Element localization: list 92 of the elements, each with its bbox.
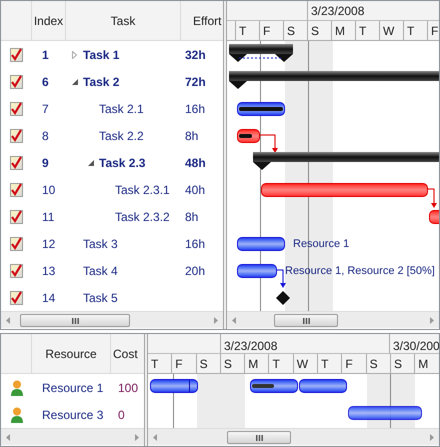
grip-icon xyxy=(72,318,78,324)
effort-cell-text: 32h xyxy=(184,46,206,64)
task-name: Task 2 xyxy=(83,74,120,90)
checkbox[interactable] xyxy=(10,156,23,170)
task-name: Task 5 xyxy=(83,290,118,306)
assignment-bar[interactable] xyxy=(299,379,347,393)
horizontal-scrollbar[interactable] xyxy=(227,311,439,328)
task-name: Task 2.2 xyxy=(99,128,144,144)
checkbox[interactable] xyxy=(10,210,23,224)
column-header[interactable]: Task xyxy=(66,1,181,40)
day-header: M xyxy=(332,21,356,41)
task-bar[interactable] xyxy=(237,264,277,278)
task-bar[interactable] xyxy=(237,237,285,251)
day-header: F xyxy=(428,21,439,41)
index-cell-text: 6 xyxy=(41,74,50,90)
effort-cell-text: 8h xyxy=(184,128,198,144)
index-cell-text: 1 xyxy=(41,46,50,64)
day-header: T xyxy=(318,354,342,374)
task-name: Task 2.3.1 xyxy=(115,182,170,198)
day-header: T xyxy=(404,21,428,41)
column-header[interactable]: Index xyxy=(32,1,66,40)
checkbox[interactable] xyxy=(10,236,23,250)
column-header[interactable]: Effort xyxy=(181,1,223,40)
expanded-triangle-icon[interactable] xyxy=(72,78,78,84)
checkbox[interactable] xyxy=(10,74,23,88)
effort-cell-text: 72h xyxy=(184,74,206,90)
task-name: Task 2.3.2 xyxy=(115,208,170,226)
grip-icon xyxy=(302,318,310,324)
week-header: 3/30/200 xyxy=(392,339,439,353)
person-icon xyxy=(10,406,22,422)
effort-cell-text: 16h xyxy=(184,236,206,252)
horizontal-scrollbar[interactable] xyxy=(1,311,223,328)
day-header: W xyxy=(380,21,404,41)
checkbox[interactable] xyxy=(10,264,23,278)
day-header: W xyxy=(294,354,318,374)
effort-cell-text: 8h xyxy=(184,208,198,226)
resource-label: Resource 1, Resource 2 [50%] xyxy=(285,264,435,279)
effort-cell-text: 40h xyxy=(184,182,206,198)
scroll-thumb[interactable] xyxy=(274,314,338,327)
task-name: Task 2.1 xyxy=(99,100,144,118)
day-header: F xyxy=(260,21,284,41)
scroll-thumb[interactable] xyxy=(227,431,291,444)
task-name: Task 3 xyxy=(83,236,118,252)
index-cell-text: 10 xyxy=(41,182,56,198)
cost-cell-text: 0 xyxy=(117,406,125,424)
index-cell-text: 12 xyxy=(41,236,56,252)
day-header: M xyxy=(415,354,439,374)
index-cell-text: 11 xyxy=(41,208,56,226)
dependency-arrow xyxy=(428,188,437,208)
checkbox[interactable] xyxy=(10,182,23,196)
day-header: T xyxy=(148,354,172,374)
index-cell-text: 9 xyxy=(41,154,50,172)
grip-icon xyxy=(256,434,262,440)
week-header: 3/23/2008 xyxy=(223,339,278,353)
week-header: 3/23/2008 xyxy=(310,3,364,20)
expanded-triangle-icon[interactable] xyxy=(88,160,94,166)
checkbox[interactable] xyxy=(10,48,23,62)
resource-name: Resource 3 xyxy=(41,406,104,424)
dependency-arrow xyxy=(276,270,286,288)
checkbox[interactable] xyxy=(10,102,23,116)
task-name: Task 4 xyxy=(83,262,118,280)
day-header: T xyxy=(236,21,260,41)
index-cell-text: 14 xyxy=(41,290,56,306)
checkbox[interactable] xyxy=(10,128,23,142)
assignment-bar[interactable] xyxy=(250,379,298,393)
task-bar[interactable] xyxy=(237,129,260,143)
task-name: Task 2.3 xyxy=(99,154,146,172)
day-header: T xyxy=(356,21,380,41)
milestone-icon[interactable] xyxy=(276,291,290,305)
checkbox[interactable] xyxy=(10,290,23,304)
day-header: F xyxy=(172,354,197,374)
index-cell-text: 13 xyxy=(41,262,56,280)
assignment-bar[interactable] xyxy=(150,379,198,393)
horizontal-scrollbar[interactable] xyxy=(148,428,439,445)
task-bar[interactable] xyxy=(237,102,285,116)
scroll-thumb[interactable] xyxy=(20,314,130,327)
effort-cell-text: 16h xyxy=(184,100,206,118)
resource-label: Resource 1 xyxy=(293,237,350,252)
column-header[interactable]: Resource xyxy=(32,334,111,373)
day-header: F xyxy=(342,354,367,374)
index-cell-text: 8 xyxy=(41,128,50,144)
resource-name: Resource 1 xyxy=(41,380,104,396)
column-header[interactable]: Cost xyxy=(111,334,144,373)
cost-cell-text: 100 xyxy=(117,380,138,396)
effort-cell-text: 48h xyxy=(184,154,206,172)
task-name: Task 1 xyxy=(83,46,120,64)
effort-cell-text: 20h xyxy=(184,262,206,280)
day-header: M xyxy=(245,354,270,374)
dependency-arrow xyxy=(260,134,278,153)
day-header: T xyxy=(269,354,294,374)
index-cell-text: 7 xyxy=(41,100,50,118)
person-icon xyxy=(10,380,22,396)
